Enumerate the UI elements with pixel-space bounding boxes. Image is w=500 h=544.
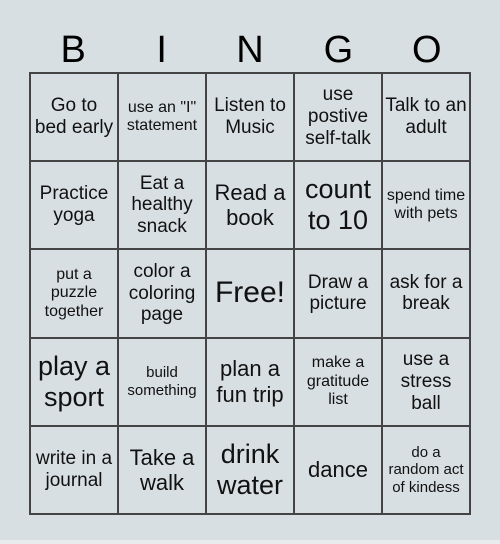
bingo-cell[interactable]: do a random act of kindess [382, 425, 470, 514]
header-letter-g: G [323, 29, 354, 71]
bingo-cell[interactable]: play a sport [30, 337, 118, 426]
bottom-strip [0, 540, 500, 544]
header-letter-b: B [60, 29, 86, 71]
bingo-cell[interactable]: plan a fun trip [206, 337, 294, 426]
bingo-cell[interactable]: use postive self-talk [294, 73, 382, 162]
header-letter-o: O [412, 29, 442, 71]
bingo-cell[interactable]: Read a book [206, 161, 294, 250]
header-letter-i: I [156, 29, 167, 71]
bingo-cell[interactable]: use a stress ball [382, 337, 470, 426]
bingo-cell[interactable]: Listen to Music [206, 73, 294, 162]
bingo-cell[interactable]: ask for a break [382, 249, 470, 338]
bingo-cell[interactable]: Draw a picture [294, 249, 382, 338]
bingo-card: Go to bed early use an "I" statement Liste… [29, 72, 471, 515]
free-space-cell[interactable]: Free! [206, 249, 294, 338]
bingo-cell[interactable]: spend time with pets [382, 161, 470, 250]
bingo-cell[interactable]: count to 10 [294, 161, 382, 250]
bingo-header: B I N G O [29, 28, 471, 72]
bingo-cell[interactable]: Talk to an adult [382, 73, 470, 162]
bingo-cell[interactable]: put a puzzle together [30, 249, 118, 338]
bingo-cell[interactable]: Practice yoga [30, 161, 118, 250]
bingo-cell[interactable]: use an "I" statement [118, 73, 206, 162]
bingo-cell[interactable]: make a gratitude list [294, 337, 382, 426]
bingo-cell[interactable]: build something [118, 337, 206, 426]
header-letter-n: N [236, 29, 264, 71]
bingo-cell[interactable]: dance [294, 425, 382, 514]
bingo-cell[interactable]: Take a walk [118, 425, 206, 514]
bingo-cell[interactable]: color a coloring page [118, 249, 206, 338]
bingo-cell[interactable]: Eat a healthy snack [118, 161, 206, 250]
bingo-cell[interactable]: write in a journal [30, 425, 118, 514]
bingo-cell[interactable]: drink water [206, 425, 294, 514]
bingo-cell[interactable]: Go to bed early [30, 73, 118, 162]
